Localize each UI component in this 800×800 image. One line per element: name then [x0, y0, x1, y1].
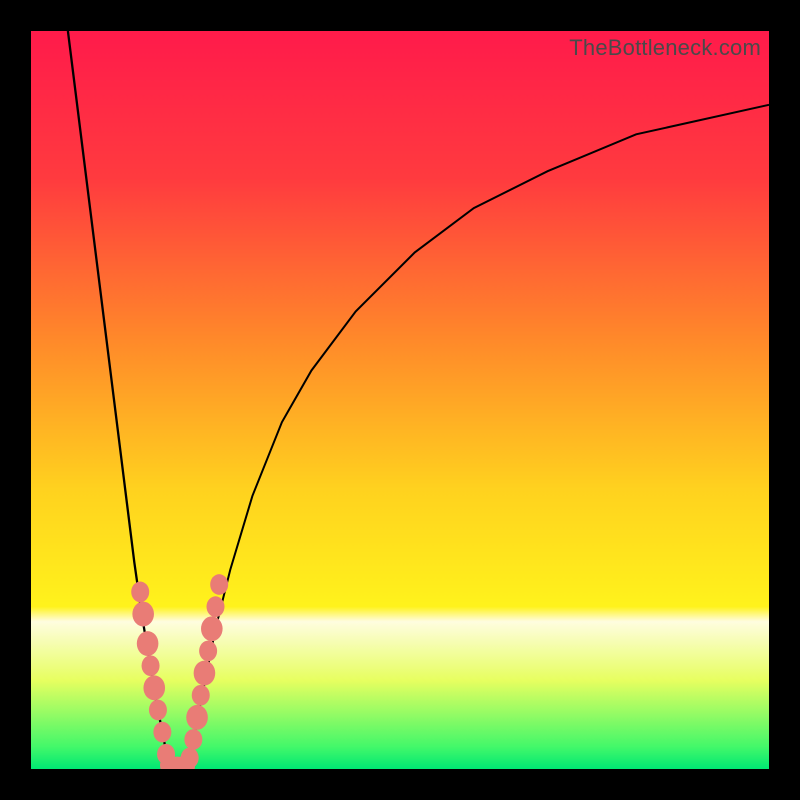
- data-marker: [201, 616, 223, 641]
- chart-frame: TheBottleneck.com: [0, 0, 800, 800]
- data-marker: [186, 705, 208, 730]
- data-marker: [210, 574, 228, 595]
- data-marker: [142, 655, 160, 676]
- data-marker: [194, 661, 216, 686]
- data-marker: [184, 729, 202, 750]
- data-marker: [153, 722, 171, 743]
- data-marker: [207, 596, 225, 617]
- plot-area: TheBottleneck.com: [31, 31, 769, 769]
- data-marker: [143, 675, 165, 700]
- curve-layer: [31, 31, 769, 769]
- data-marker: [137, 631, 159, 656]
- data-marker: [192, 685, 210, 706]
- curve-right-branch: [188, 105, 769, 769]
- data-marker: [181, 748, 199, 769]
- marker-group: [131, 574, 228, 769]
- data-marker: [199, 641, 217, 662]
- data-marker: [132, 602, 154, 627]
- data-marker: [149, 700, 167, 721]
- data-marker: [131, 582, 149, 603]
